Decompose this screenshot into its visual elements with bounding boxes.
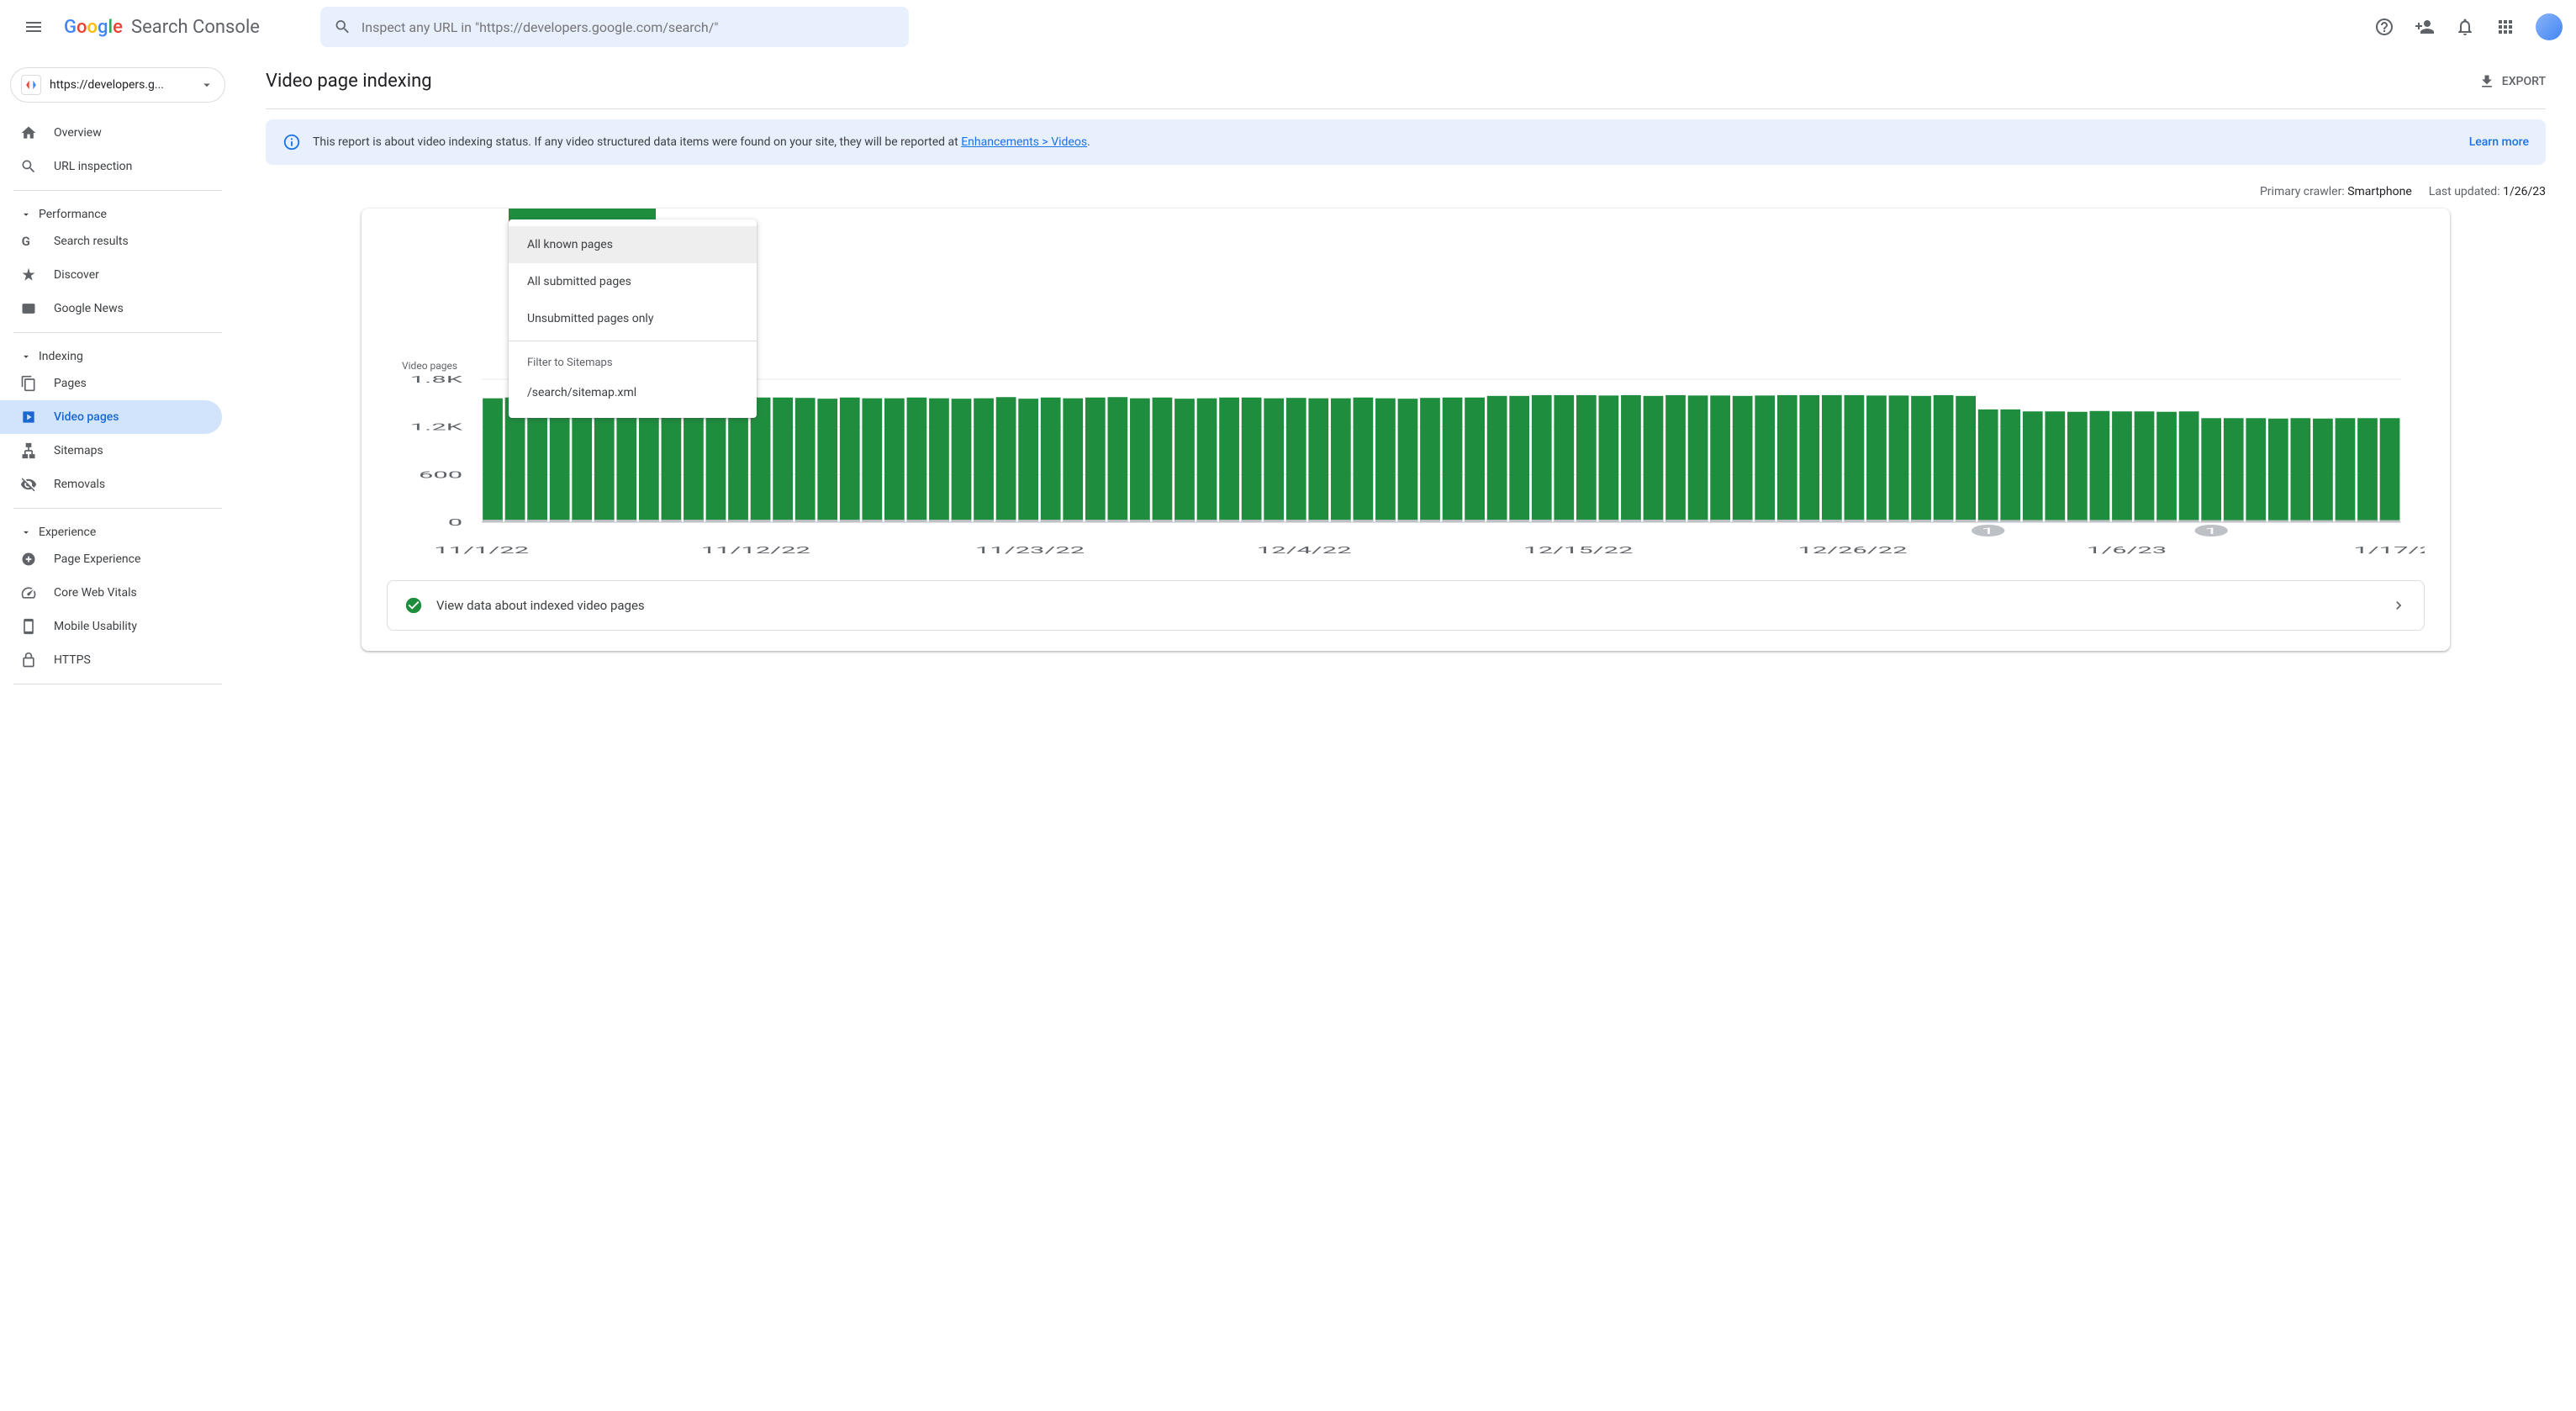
- pages-icon: [20, 375, 37, 392]
- nav-https[interactable]: HTTPS: [0, 643, 222, 677]
- download-icon: [2478, 73, 2495, 90]
- notifications-icon[interactable]: [2448, 10, 2482, 44]
- product-logo[interactable]: Google Search Console: [64, 17, 260, 38]
- dropdown-all-known[interactable]: All known pages: [509, 226, 757, 263]
- nav-google-news[interactable]: Google News: [0, 292, 222, 325]
- plus-circle-icon: [20, 551, 37, 568]
- news-icon: [20, 300, 37, 317]
- nav-page-experience[interactable]: Page Experience: [0, 542, 222, 576]
- svg-text:0: 0: [448, 517, 462, 528]
- nav-core-web-vitals[interactable]: Core Web Vitals: [0, 576, 222, 610]
- meta-row: Primary crawler: Smartphone Last updated…: [235, 175, 2576, 209]
- dropdown-all-submitted[interactable]: All submitted pages: [509, 263, 757, 300]
- lock-icon: [20, 652, 37, 669]
- app-header: Google Search Console: [0, 0, 2576, 54]
- enhancements-link[interactable]: Enhancements > Videos: [961, 135, 1087, 149]
- property-url: https://developers.g...: [50, 78, 191, 92]
- svg-text:12/26/22: 12/26/22: [1797, 545, 1907, 556]
- google-g-icon: G: [20, 233, 37, 250]
- help-icon[interactable]: [2367, 10, 2401, 44]
- apps-grid-icon[interactable]: [2489, 10, 2522, 44]
- search-icon: [334, 18, 351, 36]
- nav-mobile-usability[interactable]: Mobile Usability: [0, 610, 222, 643]
- info-banner: This report is about video indexing stat…: [266, 119, 2546, 165]
- nav-sitemaps[interactable]: Sitemaps: [0, 434, 222, 468]
- svg-text:1: 1: [2204, 526, 2218, 536]
- nav-overview[interactable]: Overview: [0, 116, 222, 150]
- product-name: Search Console: [131, 17, 260, 38]
- nav-discover[interactable]: Discover: [0, 258, 222, 292]
- property-favicon: [21, 75, 41, 95]
- svg-text:Google: Google: [64, 17, 123, 37]
- user-avatar[interactable]: [2536, 13, 2563, 40]
- learn-more-link[interactable]: Learn more: [2469, 135, 2529, 149]
- search-icon: [20, 158, 37, 175]
- svg-text:1: 1: [1982, 526, 1995, 536]
- chevron-down-icon: [199, 77, 214, 92]
- view-indexed-pages-link[interactable]: View data about indexed video pages: [387, 580, 2425, 631]
- nav-video-pages[interactable]: Video pages: [0, 400, 222, 434]
- nav-search-results[interactable]: GSearch results: [0, 225, 222, 258]
- speed-icon: [20, 584, 37, 601]
- export-button[interactable]: EXPORT: [2478, 73, 2546, 90]
- star-icon: [20, 267, 37, 283]
- google-logo-icon: Google: [64, 17, 126, 37]
- add-user-icon[interactable]: [2408, 10, 2441, 44]
- svg-text:11/1/22: 11/1/22: [434, 545, 529, 556]
- chevron-down-icon: [20, 209, 32, 220]
- content-area: Video page indexing EXPORT This report i…: [235, 54, 2576, 1411]
- section-experience[interactable]: Experience: [0, 515, 235, 542]
- info-icon: [282, 133, 301, 151]
- hamburger-menu-icon[interactable]: [13, 7, 54, 47]
- nav-removals[interactable]: Removals: [0, 468, 222, 501]
- section-indexing[interactable]: Indexing: [0, 340, 235, 367]
- check-circle-icon: [404, 596, 423, 615]
- svg-text:12/4/22: 12/4/22: [1257, 545, 1352, 556]
- chevron-down-icon: [20, 526, 32, 538]
- chevron-right-icon: [2390, 597, 2407, 614]
- dropdown-filter-header: Filter to Sitemaps: [509, 345, 757, 374]
- search-input[interactable]: [362, 19, 895, 35]
- nav-url-inspection[interactable]: URL inspection: [0, 150, 222, 183]
- svg-text:11/23/22: 11/23/22: [975, 545, 1085, 556]
- mobile-icon: [20, 618, 37, 635]
- video-icon: [20, 409, 37, 425]
- banner-text: This report is about video indexing stat…: [313, 135, 1090, 149]
- page-title: Video page indexing: [266, 71, 432, 92]
- nav-pages[interactable]: Pages: [0, 367, 222, 400]
- visibility-off-icon: [20, 476, 37, 493]
- svg-text:1/17/23: 1/17/23: [2353, 545, 2425, 556]
- svg-text:1.2K: 1.2K: [410, 421, 463, 432]
- section-performance[interactable]: Performance: [0, 198, 235, 225]
- svg-text:600: 600: [419, 469, 462, 480]
- dropdown-sitemap[interactable]: /search/sitemap.xml: [509, 374, 757, 411]
- dropdown-unsubmitted[interactable]: Unsubmitted pages only: [509, 300, 757, 337]
- chevron-down-icon: [20, 351, 32, 362]
- sidebar: https://developers.g... Overview URL ins…: [0, 54, 235, 1411]
- svg-text:G: G: [22, 234, 30, 249]
- svg-text:1.8K: 1.8K: [410, 375, 463, 385]
- svg-text:11/12/22: 11/12/22: [701, 545, 810, 556]
- home-icon: [20, 124, 37, 141]
- property-selector[interactable]: https://developers.g...: [10, 67, 225, 103]
- svg-text:12/15/22: 12/15/22: [1523, 545, 1633, 556]
- svg-text:1/6/23: 1/6/23: [2087, 545, 2167, 556]
- url-inspect-search[interactable]: [320, 7, 909, 47]
- sitemap-icon: [20, 442, 37, 459]
- pages-filter-dropdown: All known pages All submitted pages Unsu…: [509, 219, 757, 418]
